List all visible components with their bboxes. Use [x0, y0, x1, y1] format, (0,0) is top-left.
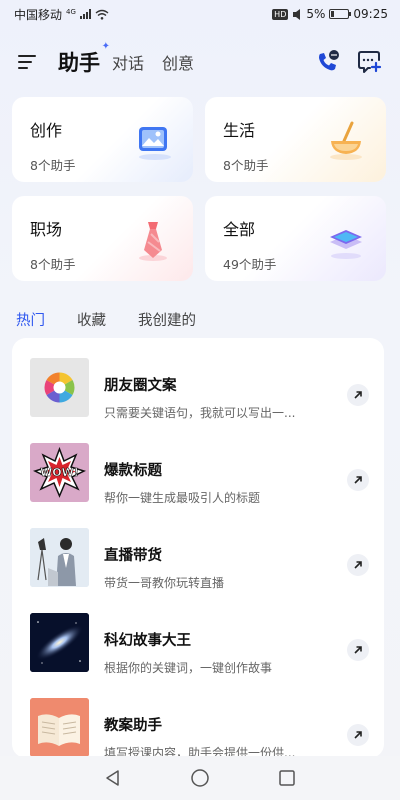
list-item[interactable]: 科幻故事大王 根据你的关键词，一键创作故事: [12, 601, 384, 687]
list-item[interactable]: 教案助手 填写授课内容，助手会提供一份供...: [12, 686, 384, 758]
carrier-label: 中国移动: [14, 7, 63, 22]
layers-icon: [330, 230, 362, 259]
tab-created-by-me[interactable]: 我创建的: [138, 309, 196, 330]
arrow-up-right-icon[interactable]: [347, 639, 369, 661]
new-chat-icon[interactable]: [356, 49, 382, 75]
assistant-thumbnail: [30, 358, 89, 417]
filter-tabs: 热门 收藏 我创建的: [16, 309, 228, 330]
menu-icon[interactable]: [18, 52, 40, 72]
assistant-name: 科幻故事大王: [104, 633, 191, 649]
arrow-up-right-icon[interactable]: [347, 554, 369, 576]
status-left: 中国移动 4G: [14, 6, 109, 23]
assistant-description: 帮你一键生成最吸引人的标题: [104, 491, 261, 505]
battery-icon: [329, 9, 352, 19]
assistant-description: 带货一哥教你玩转直播: [104, 576, 225, 590]
mute-icon: [293, 8, 301, 20]
assistant-thumbnail: [30, 528, 89, 587]
aperture-icon: [44, 372, 75, 403]
recents-button[interactable]: [272, 763, 302, 793]
list-item[interactable]: 直播带货 带货一哥教你玩转直播: [12, 516, 384, 602]
back-triangle-icon: [106, 770, 120, 786]
tab-hot[interactable]: 热门: [16, 309, 45, 330]
category-card-creation[interactable]: 创作 8个助手: [12, 97, 193, 182]
tab-assistant[interactable]: 助手 ✦: [58, 41, 110, 77]
home-button[interactable]: [185, 763, 215, 793]
home-circle-icon: [191, 769, 209, 787]
list-item[interactable]: 朋友圈文案 只需要关键语句，我就可以写出一...: [12, 346, 384, 432]
food-bowl-icon: [330, 121, 362, 160]
back-button[interactable]: [98, 763, 128, 793]
arrow-up-right-icon[interactable]: [347, 384, 369, 406]
tab-creative[interactable]: 创意: [162, 50, 194, 74]
assistant-name: 爆款标题: [104, 463, 162, 479]
recents-square-icon: [278, 770, 295, 786]
assistant-name: 教案助手: [104, 718, 162, 734]
app-header: 助手 ✦ 对话 创意: [0, 40, 400, 84]
open-book-image: [30, 698, 89, 757]
wow-burst-icon: WOW!: [32, 446, 87, 498]
assistant-thumbnail: WOW!: [30, 443, 89, 502]
tab-chat[interactable]: 对话: [112, 50, 144, 74]
signal-icon: [79, 9, 91, 19]
category-card-all[interactable]: 全部 49个助手: [205, 196, 386, 281]
sparkle-icon: ✦: [101, 41, 110, 52]
category-card-life[interactable]: 生活 8个助手: [205, 97, 386, 182]
hd-badge: HD: [272, 8, 289, 20]
assistant-thumbnail: [30, 698, 89, 757]
assistant-name: 朋友圈文案: [104, 378, 177, 394]
picture-icon: [139, 127, 171, 160]
header-actions: [314, 49, 382, 75]
assistant-thumbnail: [30, 613, 89, 672]
status-right: HD 5% 09:25: [272, 7, 388, 21]
arrow-up-right-icon[interactable]: [347, 724, 369, 746]
assistant-description: 只需要关键语句，我就可以写出一...: [104, 406, 296, 420]
wow-text: WOW!: [40, 466, 79, 479]
clock: 09:25: [353, 7, 388, 21]
tab-favorites[interactable]: 收藏: [77, 309, 106, 330]
status-bar: 中国移动 4G HD 5% 09:25: [0, 0, 400, 28]
network-type: 4G: [66, 7, 76, 16]
system-nav-bar: [0, 756, 400, 800]
assistant-description: 根据你的关键词，一键创作故事: [104, 661, 273, 675]
arrow-up-right-icon[interactable]: [347, 469, 369, 491]
battery-percent: 5%: [306, 7, 326, 21]
wifi-icon: [95, 9, 109, 20]
assistant-name: 直播带货: [104, 548, 162, 564]
voice-call-icon[interactable]: [314, 49, 340, 75]
galaxy-image: [30, 613, 89, 672]
tab-assistant-label: 助手: [58, 51, 100, 75]
livestream-presenter-image: [30, 528, 89, 587]
necktie-icon: [139, 222, 167, 261]
assistant-list: 朋友圈文案 只需要关键语句，我就可以写出一... WOW! 爆款标题 帮你一键生…: [12, 338, 384, 758]
list-item[interactable]: WOW! 爆款标题 帮你一键生成最吸引人的标题: [12, 431, 384, 517]
category-card-workplace[interactable]: 职场 8个助手: [12, 196, 193, 281]
